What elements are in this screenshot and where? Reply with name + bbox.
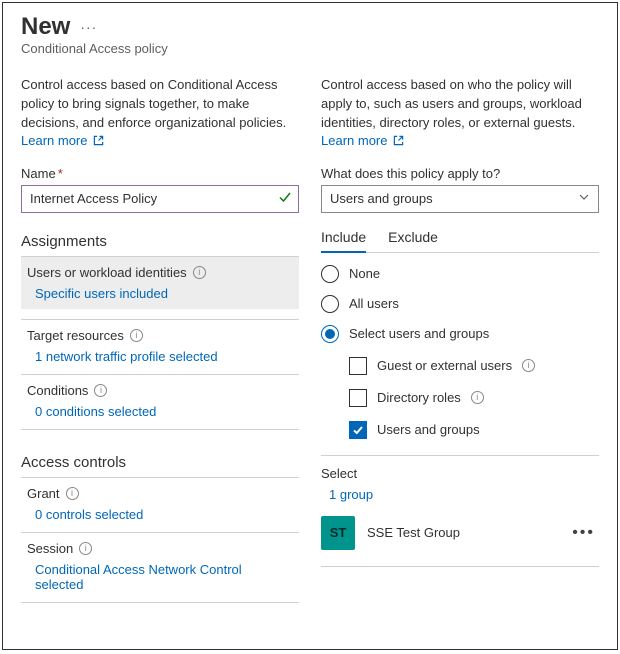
checkbox-icon: [349, 357, 367, 375]
select-label: Select: [321, 466, 599, 481]
radio-select-label: Select users and groups: [349, 326, 489, 341]
divider: [21, 602, 299, 603]
target-row[interactable]: Target resources i 1 network traffic pro…: [21, 320, 299, 364]
info-icon[interactable]: i: [193, 266, 206, 279]
right-column: Control access based on who the policy w…: [321, 76, 599, 645]
left-column: Control access based on Conditional Acce…: [21, 76, 299, 645]
header-more-icon[interactable]: ···: [80, 19, 97, 35]
group-chip-left: ST SSE Test Group: [321, 516, 460, 550]
required-asterisk: *: [58, 166, 63, 181]
radio-all-label: All users: [349, 296, 399, 311]
radio-icon: [321, 295, 339, 313]
users-value-link[interactable]: Specific users included: [27, 286, 293, 301]
grant-value-link[interactable]: 0 controls selected: [27, 507, 293, 522]
checkbox-roles[interactable]: Directory roles i: [321, 389, 599, 407]
assignments-block: Users or workload identities i Specific …: [21, 257, 299, 430]
policy-editor: New ··· Conditional Access policy Contro…: [2, 2, 618, 650]
valid-check-icon: [278, 190, 292, 207]
grant-label: Grant i: [27, 486, 293, 501]
group-more-icon[interactable]: •••: [572, 524, 595, 542]
group-name: SSE Test Group: [367, 525, 460, 540]
tab-include[interactable]: Include: [321, 223, 366, 253]
checkbox-icon: [349, 389, 367, 407]
conditions-label: Conditions i: [27, 383, 293, 398]
checkbox-ug-label: Users and groups: [377, 422, 480, 437]
info-icon[interactable]: i: [522, 359, 535, 372]
users-row[interactable]: Users or workload identities i Specific …: [21, 257, 299, 309]
session-value-link[interactable]: Conditional Access Network Control selec…: [27, 562, 293, 592]
header-row: New ···: [21, 13, 599, 41]
right-learn-more-link[interactable]: Learn more: [321, 133, 404, 148]
select-count-link[interactable]: 1 group: [321, 487, 599, 502]
radio-none-label: None: [349, 266, 380, 281]
info-icon[interactable]: i: [94, 384, 107, 397]
page-subtitle: Conditional Access policy: [21, 41, 599, 56]
selected-group-row[interactable]: ST SSE Test Group •••: [321, 516, 599, 550]
info-icon[interactable]: i: [79, 542, 92, 555]
apply-to-label: What does this policy apply to?: [321, 166, 599, 181]
chevron-down-icon: [578, 191, 590, 206]
external-link-icon: [93, 135, 104, 146]
target-value-link[interactable]: 1 network traffic profile selected: [27, 349, 293, 364]
divider: [21, 429, 299, 430]
assignments-heading: Assignments: [21, 233, 299, 257]
radio-icon: [321, 325, 339, 343]
name-input[interactable]: [30, 191, 278, 206]
checkbox-users-groups[interactable]: Users and groups: [321, 421, 599, 439]
info-icon[interactable]: i: [66, 487, 79, 500]
checkbox-guest[interactable]: Guest or external users i: [321, 357, 599, 375]
radio-select-users[interactable]: Select users and groups: [321, 325, 599, 343]
users-label: Users or workload identities i: [27, 265, 293, 280]
access-controls-heading: Access controls: [21, 454, 299, 478]
tab-exclude[interactable]: Exclude: [388, 223, 438, 252]
radio-all-users[interactable]: All users: [321, 295, 599, 313]
name-field-wrapper: [21, 185, 299, 213]
radio-icon: [321, 265, 339, 283]
divider: [321, 455, 599, 456]
divider: [321, 566, 599, 567]
external-link-icon: [393, 135, 404, 146]
checkbox-guest-label: Guest or external users: [377, 358, 512, 373]
apply-to-value: Users and groups: [330, 191, 433, 206]
columns: Control access based on Conditional Acce…: [21, 76, 599, 645]
target-label: Target resources i: [27, 328, 293, 343]
group-avatar: ST: [321, 516, 355, 550]
radio-none[interactable]: None: [321, 265, 599, 283]
left-description: Control access based on Conditional Acce…: [21, 76, 299, 133]
session-label: Session i: [27, 541, 293, 556]
session-row[interactable]: Session i Conditional Access Network Con…: [21, 533, 299, 592]
grant-row[interactable]: Grant i 0 controls selected: [21, 478, 299, 522]
learn-more-label: Learn more: [321, 133, 387, 148]
include-exclude-tabs: Include Exclude: [321, 223, 599, 253]
conditions-value-link[interactable]: 0 conditions selected: [27, 404, 293, 419]
name-label: Name*: [21, 166, 299, 181]
page-title: New: [21, 13, 70, 41]
info-icon[interactable]: i: [130, 329, 143, 342]
conditions-row[interactable]: Conditions i 0 conditions selected: [21, 375, 299, 419]
apply-to-dropdown[interactable]: Users and groups: [321, 185, 599, 213]
checkbox-icon: [349, 421, 367, 439]
learn-more-label: Learn more: [21, 133, 87, 148]
right-description: Control access based on who the policy w…: [321, 76, 599, 133]
left-learn-more-link[interactable]: Learn more: [21, 133, 104, 148]
checkbox-roles-label: Directory roles: [377, 390, 461, 405]
info-icon[interactable]: i: [471, 391, 484, 404]
